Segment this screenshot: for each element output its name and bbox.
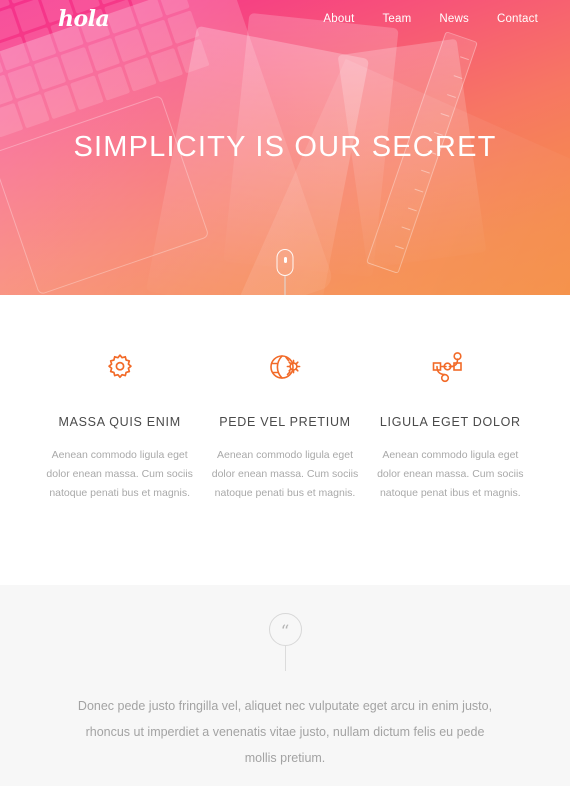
- testimonial-text: Donec pede justo fringilla vel, aliquet …: [77, 699, 493, 765]
- quote-icon: “: [268, 613, 302, 646]
- hero-section: hola About Team News Contact SIMPLICITY …: [0, 0, 570, 295]
- bezier-path-icon: [373, 347, 528, 391]
- hero-title: SIMPLICITY IS OUR SECRET: [73, 131, 497, 163]
- nav-item-news[interactable]: News: [439, 13, 469, 25]
- feature-text: Aenean commodo ligula eget dolor enean m…: [46, 449, 193, 499]
- scroll-indicator-line: [284, 276, 286, 295]
- gear-icon: [42, 347, 197, 391]
- feature-card: LIGULA EGET DOLOR Aenean commodo ligula …: [373, 347, 528, 585]
- feature-card: PEDE VEL PRETIUM Aenean commodo ligula e…: [207, 347, 362, 585]
- feature-card: MASSA QUIS ENIM Aenean commodo ligula eg…: [42, 347, 197, 585]
- testimonial-section: “ Donec pede justo fringilla vel, alique…: [0, 585, 570, 786]
- nav-item-about[interactable]: About: [323, 13, 354, 25]
- feature-title: PEDE VEL PRETIUM: [219, 415, 351, 429]
- scroll-down-indicator[interactable]: [276, 249, 294, 295]
- feature-text: Aenean commodo ligula eget dolor enean m…: [211, 449, 359, 499]
- quote-connector-line: [284, 646, 286, 671]
- mouse-scroll-icon: [276, 249, 294, 276]
- feature-text: Aenean commodo ligula eget dolor enean m…: [377, 449, 524, 499]
- quote-glyph: “: [280, 622, 290, 642]
- feature-title: LIGULA EGET DOLOR: [379, 415, 521, 429]
- nav-item-contact[interactable]: Contact: [497, 13, 538, 25]
- main-navigation: About Team News Contact: [323, 13, 538, 25]
- site-header: hola About Team News Contact: [0, 0, 570, 38]
- trackpad-shape: [0, 94, 210, 295]
- feature-title: MASSA QUIS ENIM: [58, 415, 181, 429]
- mouse-wheel-dot: [283, 257, 287, 263]
- site-logo[interactable]: hola: [58, 8, 110, 30]
- features-section: MASSA QUIS ENIM Aenean commodo ligula eg…: [0, 295, 570, 585]
- globe-sun-icon: [207, 347, 362, 391]
- nav-item-team[interactable]: Team: [382, 13, 411, 25]
